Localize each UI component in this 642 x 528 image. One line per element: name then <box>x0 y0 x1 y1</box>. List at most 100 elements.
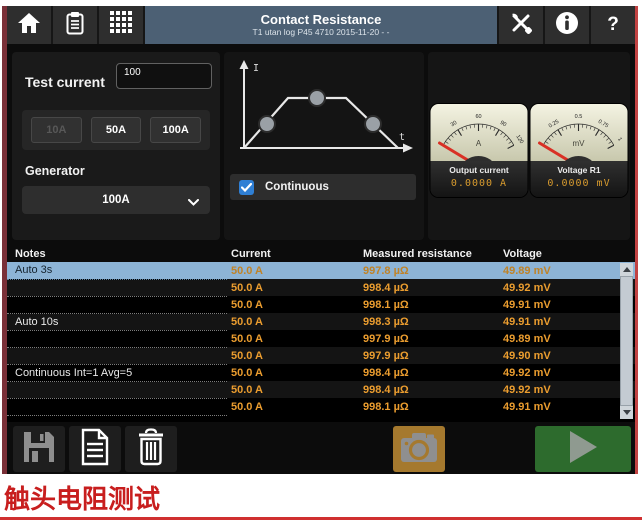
cell-notes <box>7 279 227 296</box>
cell-voltage: 49.92 mV <box>499 364 635 381</box>
test-current-input[interactable] <box>116 63 212 89</box>
scroll-down-icon[interactable] <box>620 406 633 419</box>
camera-button[interactable] <box>393 426 445 472</box>
table-row[interactable]: 50.0 A 998.1 µΩ 49.91 mV <box>7 296 635 313</box>
ramp-down-handle[interactable] <box>365 116 381 132</box>
table-row[interactable]: 50.0 A 998.4 µΩ 49.92 mV <box>7 279 635 296</box>
cell-notes <box>7 398 227 415</box>
help-icon: ? <box>607 14 619 36</box>
cell-current: 50.0 A <box>227 296 359 313</box>
tick-label: 120 <box>514 134 524 145</box>
topbar-left-group <box>7 6 145 44</box>
current-10a-button[interactable]: 10A <box>31 117 82 143</box>
play-icon <box>566 428 600 471</box>
cell-voltage: 49.89 mV <box>499 262 635 279</box>
help-button[interactable]: ? <box>589 6 635 44</box>
generator-value: 100A <box>102 194 130 206</box>
cell-resistance: 998.1 µΩ <box>359 296 499 313</box>
generator-label: Generator <box>25 164 85 178</box>
table-row[interactable]: 50.0 A 997.9 µΩ 49.90 mV <box>7 347 635 364</box>
caption-underline <box>0 517 642 520</box>
cell-resistance: 998.4 µΩ <box>359 279 499 296</box>
start-button[interactable] <box>535 426 631 472</box>
cell-voltage: 49.91 mV <box>499 313 635 330</box>
page-title: Contact Resistance <box>261 12 382 27</box>
meter-readout: Output current 0.0000 A <box>431 161 528 197</box>
cell-resistance: 997.9 µΩ <box>359 330 499 347</box>
results-tbody: Auto 3s 50.0 A 997.8 µΩ 49.89 mV 50.0 A … <box>7 262 635 415</box>
test-current-label: Test current <box>25 74 105 90</box>
cell-voltage: 49.89 mV <box>499 330 635 347</box>
table-scrollbar[interactable] <box>620 263 633 419</box>
table-row[interactable]: Continuous Int=1 Avg=5 50.0 A 998.4 µΩ 4… <box>7 364 635 381</box>
cell-notes: Continuous Int=1 Avg=5 <box>7 364 227 381</box>
cell-current: 50.0 A <box>227 262 359 279</box>
table-row[interactable]: 50.0 A 998.1 µΩ 49.91 mV <box>7 398 635 415</box>
home-button[interactable] <box>7 6 53 44</box>
cell-current: 50.0 A <box>227 313 359 330</box>
cell-resistance: 998.1 µΩ <box>359 398 499 415</box>
table-row[interactable]: Auto 3s 50.0 A 997.8 µΩ 49.89 mV <box>7 262 635 279</box>
tick-label: 1 <box>616 137 623 143</box>
meters-group: 30 60 90 120 A Output current 0.0 <box>431 104 628 197</box>
ramp-up-handle[interactable] <box>259 116 275 132</box>
profile-panel: I t Continuous <box>224 52 424 240</box>
cell-voltage: 49.92 mV <box>499 279 635 296</box>
meter-value: 0.0000 A <box>431 175 528 189</box>
scroll-up-icon[interactable] <box>620 263 633 276</box>
meter-unit: mV <box>573 139 586 148</box>
table-row[interactable]: 50.0 A 997.9 µΩ 49.89 mV <box>7 330 635 347</box>
scrollbar-thumb[interactable] <box>620 276 633 406</box>
cell-notes: Auto 10s <box>7 313 227 330</box>
settings-button[interactable] <box>497 6 543 44</box>
topbar-right-group: ? <box>497 6 635 44</box>
chevron-down-icon <box>188 197 199 209</box>
document-icon <box>79 428 111 471</box>
title-area: Contact Resistance T1 utan log P45 4710 … <box>145 6 497 44</box>
current-100a-button[interactable]: 100A <box>150 117 201 143</box>
graph-y-label: I <box>253 63 259 74</box>
results-table: Notes Current Measured resistance Voltag… <box>7 246 635 422</box>
continuous-toggle[interactable]: Continuous <box>230 174 416 200</box>
cell-current: 50.0 A <box>227 330 359 347</box>
report-button[interactable] <box>69 426 121 472</box>
main-area: Test current 10A 50A 100A Generator 100A <box>7 44 635 246</box>
cell-resistance: 997.8 µΩ <box>359 262 499 279</box>
settings-panel: Test current 10A 50A 100A Generator 100A <box>12 52 220 240</box>
checkbox-checked-icon[interactable] <box>239 180 254 195</box>
cell-voltage: 49.90 mV <box>499 347 635 364</box>
page: Contact Resistance T1 utan log P45 4710 … <box>0 0 642 528</box>
meter-label: Voltage R1 <box>531 161 628 175</box>
save-icon <box>21 429 57 470</box>
cell-resistance: 998.3 µΩ <box>359 313 499 330</box>
generator-dropdown[interactable]: 100A <box>22 186 210 214</box>
table-row[interactable]: Auto 10s 50.0 A 998.3 µΩ 49.91 mV <box>7 313 635 330</box>
page-subtitle: T1 utan log P45 4710 2015-11-20 - - <box>253 27 390 38</box>
col-voltage: Voltage <box>499 246 635 262</box>
meter-value: 0.0000 mV <box>531 175 628 189</box>
delete-button[interactable] <box>125 426 177 472</box>
trash-icon <box>135 428 167 471</box>
col-notes: Notes <box>7 246 227 262</box>
meter-label: Output current <box>431 161 528 175</box>
cell-current: 50.0 A <box>227 347 359 364</box>
current-50a-button[interactable]: 50A <box>91 117 142 143</box>
info-button[interactable] <box>543 6 589 44</box>
meter-scale: 30 60 90 120 A <box>431 104 528 161</box>
apps-button[interactable] <box>99 6 145 44</box>
current-range-group: 10A 50A 100A <box>22 110 210 150</box>
cell-notes <box>7 347 227 364</box>
top-bar: Contact Resistance T1 utan log P45 4710 … <box>7 6 635 44</box>
save-button[interactable] <box>13 426 65 472</box>
cell-current: 50.0 A <box>227 381 359 398</box>
cell-notes <box>7 296 227 313</box>
plateau-handle[interactable] <box>309 90 325 106</box>
tick-label: 90 <box>499 120 507 128</box>
cell-notes: Auto 3s <box>7 262 227 279</box>
cell-voltage: 49.91 mV <box>499 296 635 313</box>
cell-resistance: 998.4 µΩ <box>359 364 499 381</box>
tick-label: 60 <box>475 114 481 120</box>
cell-current: 50.0 A <box>227 364 359 381</box>
table-row[interactable]: 50.0 A 998.4 µΩ 49.92 mV <box>7 381 635 398</box>
tests-button[interactable] <box>53 6 99 44</box>
